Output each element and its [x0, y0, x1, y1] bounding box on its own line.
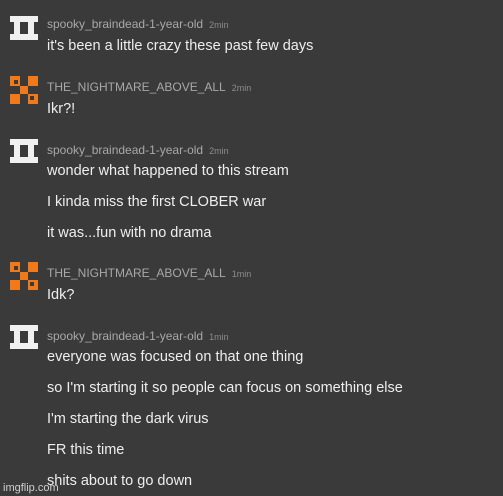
username[interactable]: spooky_braindead-1-year-old	[47, 17, 203, 31]
white-block-avatar-icon[interactable]	[10, 14, 38, 42]
username[interactable]: THE_NIGHTMARE_ABOVE_ALL	[47, 80, 226, 94]
timestamp: 2min	[231, 83, 252, 93]
message-text: Idk?	[47, 287, 75, 303]
message-header: THE_NIGHTMARE_ABOVE_ALL 1min	[47, 266, 251, 280]
imgflip-watermark: imgflip.com	[3, 482, 59, 494]
timestamp: 2min	[209, 20, 229, 30]
message-header: spooky_braindead-1-year-old 2min	[47, 143, 229, 157]
message-text: so I'm starting it so people can focus o…	[47, 380, 403, 396]
message-text: Ikr?!	[47, 101, 76, 117]
username[interactable]: spooky_braindead-1-year-old	[47, 143, 203, 157]
message-text: everyone was focused on that one thing	[47, 349, 304, 365]
message-header: THE_NIGHTMARE_ABOVE_ALL 2min	[47, 80, 251, 94]
message-text: I kinda miss the first CLOBER war	[47, 194, 267, 210]
white-block-avatar-icon[interactable]	[10, 137, 38, 165]
message-text: it's been a little crazy these past few …	[47, 38, 314, 54]
message-header: spooky_braindead-1-year-old 1min	[47, 329, 229, 343]
white-block-avatar-icon[interactable]	[10, 323, 38, 351]
message-text: I'm starting the dark virus	[47, 411, 209, 427]
message-text: it was...fun with no drama	[47, 225, 212, 241]
chat-feed: spooky_braindead-1-year-old 2min it's bee…	[0, 0, 503, 496]
orange-block-avatar-icon[interactable]	[10, 76, 38, 104]
username[interactable]: spooky_braindead-1-year-old	[47, 329, 203, 343]
message-text: FR this time	[47, 442, 125, 458]
message-text: wonder what happened to this stream	[47, 163, 289, 179]
username[interactable]: THE_NIGHTMARE_ABOVE_ALL	[47, 266, 226, 280]
message-header: spooky_braindead-1-year-old 2min	[47, 17, 229, 31]
timestamp: 1min	[209, 332, 229, 342]
message-text: shits about to go down	[47, 473, 193, 489]
orange-block-avatar-icon[interactable]	[10, 262, 38, 290]
timestamp: 1min	[231, 269, 252, 279]
timestamp: 2min	[209, 146, 229, 156]
